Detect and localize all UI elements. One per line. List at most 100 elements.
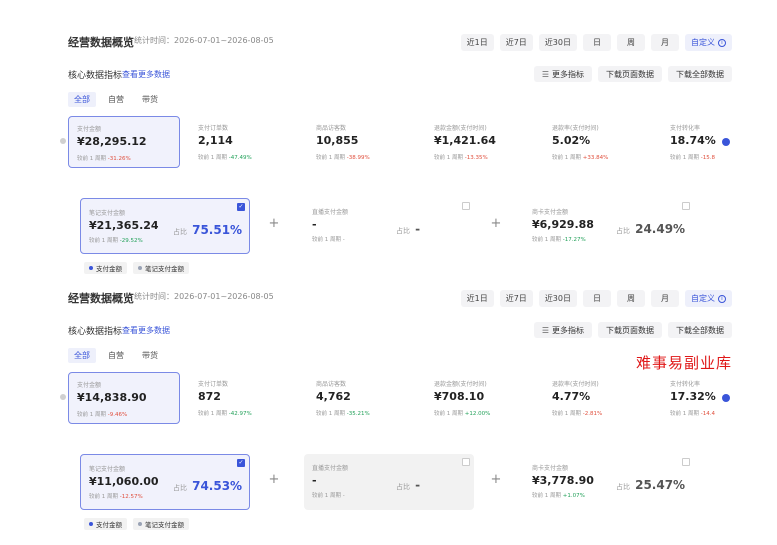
download-all-button[interactable]: 下载全部数据 (668, 66, 732, 82)
metric-card[interactable]: 支付转化率 17.32% 较前 1 周期 -14.4 (662, 372, 774, 424)
metric-card[interactable]: 支付金额 ¥28,295.12 较前 1 周期 -31.26% (68, 116, 180, 168)
legend-item[interactable]: 支付金额 (84, 262, 127, 274)
legend-item[interactable]: 支付金额 (84, 518, 127, 530)
action-label: 下载页面数据 (606, 325, 654, 335)
share-label: 占比 (396, 483, 410, 491)
channel-card[interactable]: 直播支付金额 - 较前 1 周期 - 占比 - (304, 198, 474, 254)
range-btn-6[interactable]: 自定义 i (685, 290, 732, 307)
checkbox-icon[interactable]: ✓ (237, 459, 245, 467)
next-page-icon[interactable] (722, 394, 730, 402)
compare-delta: -42.97% (228, 411, 252, 417)
metric-card[interactable]: 退款率(支付时间) 4.77% 较前 1 周期 -2.81% (544, 372, 656, 424)
range-btn-label: 近7日 (505, 38, 527, 47)
metric-card[interactable]: 支付金额 ¥14,838.90 较前 1 周期 -9.46% (68, 372, 180, 424)
metric-compare: 较前 1 周期 -13.35% (434, 153, 488, 161)
range-btn-3[interactable]: 日 (583, 34, 611, 51)
metric-compare: 较前 1 周期 -47.49% (198, 153, 252, 161)
checkbox-icon[interactable] (682, 458, 690, 466)
channel-card[interactable]: 直播支付金额 - 较前 1 周期 - 占比 - (304, 454, 474, 510)
metric-card[interactable]: 支付订单数 872 较前 1 周期 -42.97% (190, 372, 302, 424)
info-icon: i (718, 38, 726, 47)
range-btn-5[interactable]: 月 (651, 34, 679, 51)
metric-card[interactable]: 支付转化率 18.74% 较前 1 周期 -15.8 (662, 116, 774, 168)
metric-card[interactable]: 商品访客数 10,855 较前 1 周期 -38.99% (308, 116, 420, 168)
metric-card[interactable]: 支付订单数 2,114 较前 1 周期 -47.49% (190, 116, 302, 168)
filter-tab-2[interactable]: 带货 (136, 348, 164, 363)
prev-page-icon[interactable] (60, 138, 66, 144)
range-btn-2[interactable]: 近30日 (538, 34, 577, 51)
range-btn-4[interactable]: 周 (617, 34, 645, 51)
metric-value: 872 (198, 390, 221, 403)
filter-tab-0[interactable]: 全部 (68, 348, 96, 363)
range-btn-label: 自定义 (691, 294, 715, 303)
channel-value: - (312, 474, 317, 487)
metric-compare: 较前 1 周期 -42.97% (198, 409, 252, 417)
more-metrics-button[interactable]: ☰ 更多指标 (533, 322, 592, 338)
checkbox-icon[interactable] (682, 202, 690, 210)
more-metrics-button[interactable]: ☰ 更多指标 (533, 66, 592, 82)
compare-label: 较前 1 周期 (670, 155, 699, 161)
compare-label: 较前 1 周期 (316, 155, 345, 161)
channel-share: 占比 75.51% (173, 219, 242, 238)
legend-item[interactable]: 笔记支付金额 (133, 262, 189, 274)
channel-card[interactable]: 商卡支付金额 ¥6,929.88 较前 1 周期 -17.27% 占比 24.49% (524, 198, 694, 254)
compare-label: 较前 1 周期 (552, 411, 581, 417)
compare-delta: -17.27% (562, 237, 586, 243)
metric-compare: 较前 1 周期 -9.46% (77, 410, 127, 418)
download-all-button[interactable]: 下载全部数据 (668, 322, 732, 338)
checkbox-icon[interactable]: ✓ (237, 203, 245, 211)
metric-card[interactable]: 退款率(支付时间) 5.02% 较前 1 周期 +33.84% (544, 116, 656, 168)
range-btn-2[interactable]: 近30日 (538, 290, 577, 307)
channel-card[interactable]: 笔记支付金额 ¥11,060.00 较前 1 周期 -12.57% 占比 74.53%… (80, 454, 250, 510)
download-page-button[interactable]: 下载页面数据 (598, 66, 662, 82)
range-btn-label: 近30日 (544, 294, 571, 303)
channel-value: ¥21,365.24 (89, 219, 159, 232)
overview-panel-2: 经营数据概览 统计时间：2026-07-01~2026-08-05 近1日 近7日 近3… (58, 278, 738, 540)
filter-tab-1[interactable]: 自营 (102, 348, 130, 363)
stat-time-range: 统计时间：2026-07-01~2026-08-05 (134, 292, 274, 301)
range-btn-3[interactable]: 日 (583, 290, 611, 307)
channel-card[interactable]: 商卡支付金额 ¥3,778.90 较前 1 周期 +1.07% 占比 25.47% (524, 454, 694, 510)
channel-share: 占比 74.53% (173, 475, 242, 494)
range-btn-label: 日 (593, 294, 601, 303)
range-btn-1[interactable]: 近7日 (499, 34, 533, 51)
legend-item[interactable]: 笔记支付金额 (133, 518, 189, 530)
view-more-link[interactable]: 查看更多数据 (122, 325, 170, 336)
range-btn-0[interactable]: 近1日 (460, 290, 494, 307)
channel-filter-tabs: 全部 自营 带货 (68, 348, 164, 363)
checkbox-icon[interactable] (462, 202, 470, 210)
metric-card[interactable]: 退款金额(支付时间) ¥1,421.64 较前 1 周期 -13.35% (426, 116, 538, 168)
legend-label: 支付金额 (96, 265, 122, 273)
filter-tab-2[interactable]: 带货 (136, 92, 164, 107)
range-btn-label: 近1日 (466, 294, 488, 303)
range-btn-0[interactable]: 近1日 (460, 34, 494, 51)
range-btn-label: 周 (627, 294, 635, 303)
prev-page-icon[interactable] (60, 394, 66, 400)
date-range-selector: 近1日 近7日 近30日 日 周 月 自定义 i (460, 290, 732, 307)
metric-value: 10,855 (316, 134, 359, 147)
compare-label: 较前 1 周期 (312, 493, 341, 499)
checkbox-icon[interactable] (462, 458, 470, 466)
metric-card[interactable]: 商品访客数 4,762 较前 1 周期 -35.21% (308, 372, 420, 424)
channel-card[interactable]: 笔记支付金额 ¥21,365.24 较前 1 周期 -29.52% 占比 75.51%… (80, 198, 250, 254)
core-metrics-header: 核心数据指标 查看更多数据 ☰ 更多指标 下载页面数据 下载全部数据 (68, 322, 738, 340)
metric-card[interactable]: 退款金额(支付时间) ¥708.10 较前 1 周期 +12.00% (426, 372, 538, 424)
view-more-link[interactable]: 查看更多数据 (122, 69, 170, 80)
next-page-icon[interactable] (722, 138, 730, 146)
share-value: 75.51% (192, 223, 243, 237)
compare-delta: -47.49% (228, 155, 252, 161)
filter-tab-1[interactable]: 自营 (102, 92, 130, 107)
legend-label: 笔记支付金额 (145, 265, 184, 273)
stat-time-range: 统计时间：2026-07-01~2026-08-05 (134, 36, 274, 45)
range-btn-4[interactable]: 周 (617, 290, 645, 307)
channel-label: 笔记支付金额 (89, 466, 126, 473)
range-btn-5[interactable]: 月 (651, 290, 679, 307)
filter-tab-0[interactable]: 全部 (68, 92, 96, 107)
range-btn-1[interactable]: 近7日 (499, 290, 533, 307)
share-value: - (415, 478, 421, 492)
metric-label: 支付转化率 (670, 125, 701, 132)
plus-icon: + (490, 216, 502, 231)
download-page-button[interactable]: 下载页面数据 (598, 322, 662, 338)
range-btn-6[interactable]: 自定义 i (685, 34, 732, 51)
plus-icon: + (268, 216, 280, 231)
